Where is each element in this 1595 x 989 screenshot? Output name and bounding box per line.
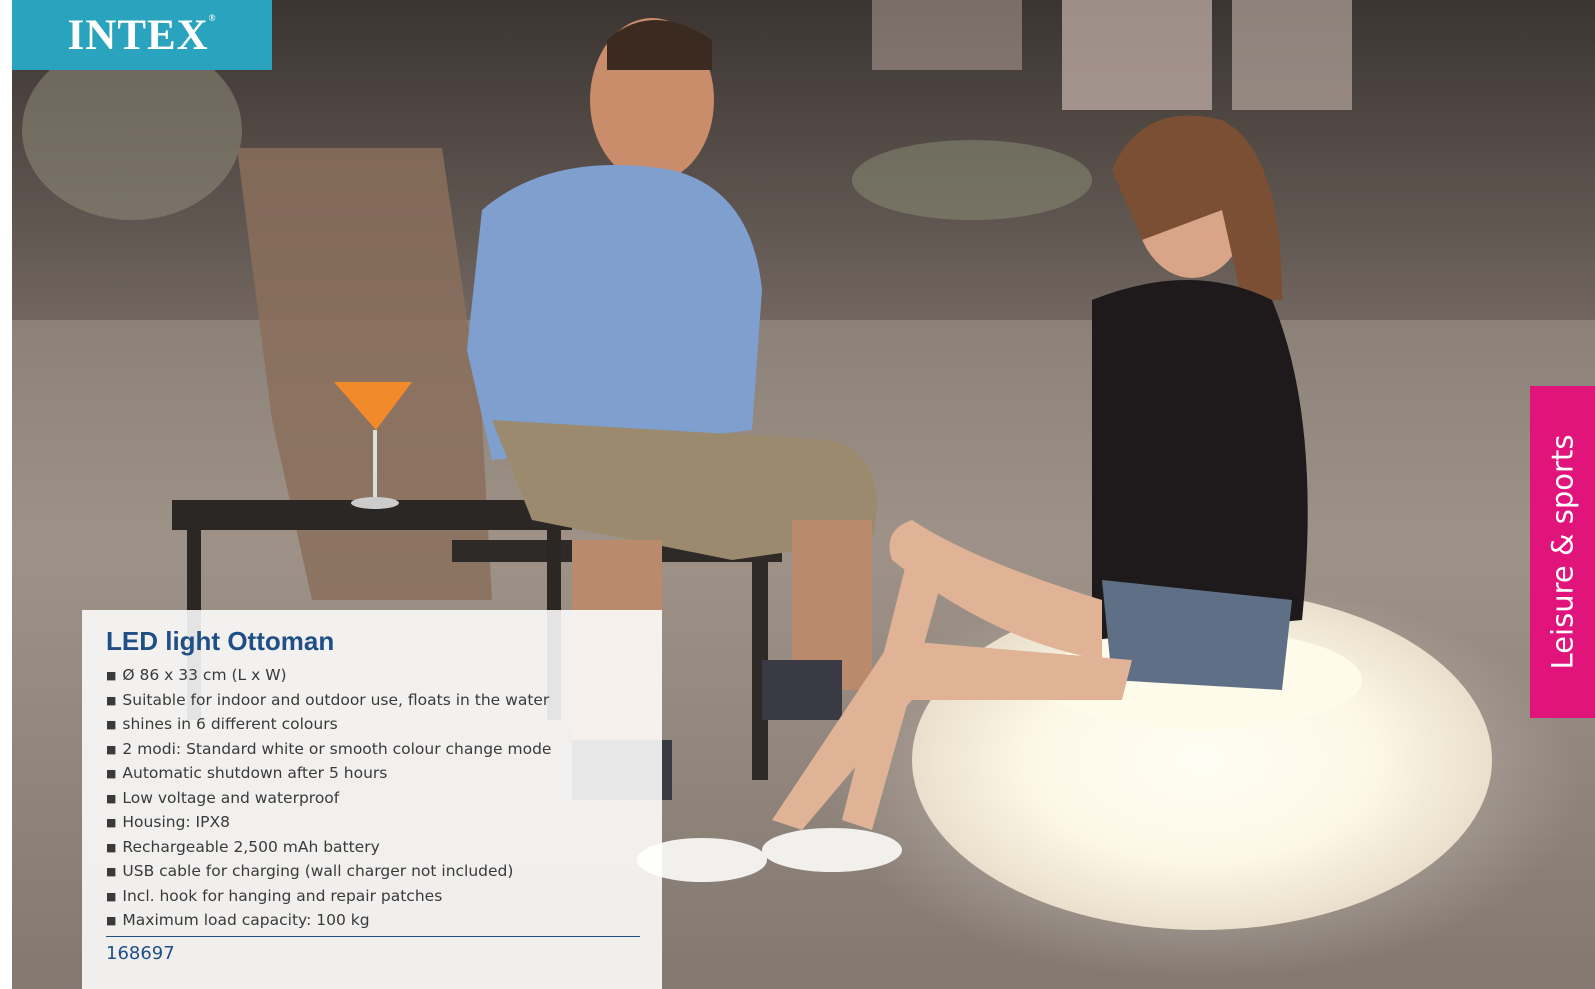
square-bullet-icon: ■ [106, 840, 117, 854]
feature-item: ■ Rechargeable 2,500 mAh battery [106, 836, 551, 861]
brand-logo: INTEX® [12, 0, 272, 70]
square-bullet-icon: ■ [106, 889, 117, 903]
feature-item: ■ Automatic shutdown after 5 hours [106, 762, 551, 787]
feature-text: Maximum load capacity: 100 kg [122, 911, 370, 929]
section-tab[interactable]: Leisure & sports [1530, 386, 1595, 718]
product-title: LED light Ottoman [106, 626, 335, 656]
square-bullet-icon: ■ [106, 791, 117, 805]
catalog-page: INTEX® Leisure & sports LED light Ottoma… [0, 0, 1595, 989]
feature-text: Rechargeable 2,500 mAh battery [122, 837, 380, 856]
divider [106, 936, 640, 937]
feature-item: ■ 2 modi: Standard white or smooth colour… [106, 738, 551, 763]
feature-item: ■ USB cable for charging (wall charger no… [106, 860, 551, 885]
feature-item: ■ Suitable for indoor and outdoor use, fl… [106, 689, 551, 714]
square-bullet-icon: ■ [106, 865, 117, 878]
square-bullet-icon: ■ [106, 718, 117, 731]
square-bullet-icon: ■ [106, 767, 117, 780]
feature-text: Housing: IPX8 [122, 813, 230, 831]
feature-item: ■ Incl. hook for hanging and repair patch… [106, 885, 551, 910]
brand-logo-text: INTEX® [68, 11, 217, 60]
registered-mark: ® [208, 12, 217, 23]
feature-item: ■ Housing: IPX8 [106, 811, 551, 836]
feature-text: shines in 6 different colours [122, 715, 338, 733]
feature-text: 2 modi: Standard white or smooth colour … [122, 739, 552, 758]
square-bullet-icon: ■ [106, 693, 117, 707]
feature-text: Incl. hook for hanging and repair patche… [122, 886, 443, 905]
section-tab-label: Leisure & sports [1545, 434, 1580, 670]
feature-text: USB cable for charging (wall charger not… [122, 862, 514, 880]
article-number: 168697 [106, 943, 175, 964]
square-bullet-icon: ■ [106, 669, 117, 682]
square-bullet-icon: ■ [106, 914, 117, 927]
square-bullet-icon: ■ [106, 742, 117, 756]
square-bullet-icon: ■ [106, 816, 117, 829]
product-info-box: LED light Ottoman ■ Ø 86 x 33 cm (L x W) … [82, 610, 662, 989]
feature-item: ■ shines in 6 different colours [106, 713, 551, 738]
feature-item: ■ Low voltage and waterproof [106, 787, 551, 812]
feature-list: ■ Ø 86 x 33 cm (L x W) ■ Suitable for indo… [106, 664, 551, 934]
feature-text: Automatic shutdown after 5 hours [122, 764, 388, 782]
brand-name: INTEX [67, 11, 209, 59]
feature-item: ■ Ø 86 x 33 cm (L x W) [106, 664, 551, 689]
feature-text: Low voltage and waterproof [122, 788, 340, 807]
feature-text: Ø 86 x 33 cm (L x W) [122, 666, 287, 684]
feature-text: Suitable for indoor and outdoor use, flo… [122, 690, 550, 709]
feature-item: ■ Maximum load capacity: 100 kg [106, 909, 551, 934]
